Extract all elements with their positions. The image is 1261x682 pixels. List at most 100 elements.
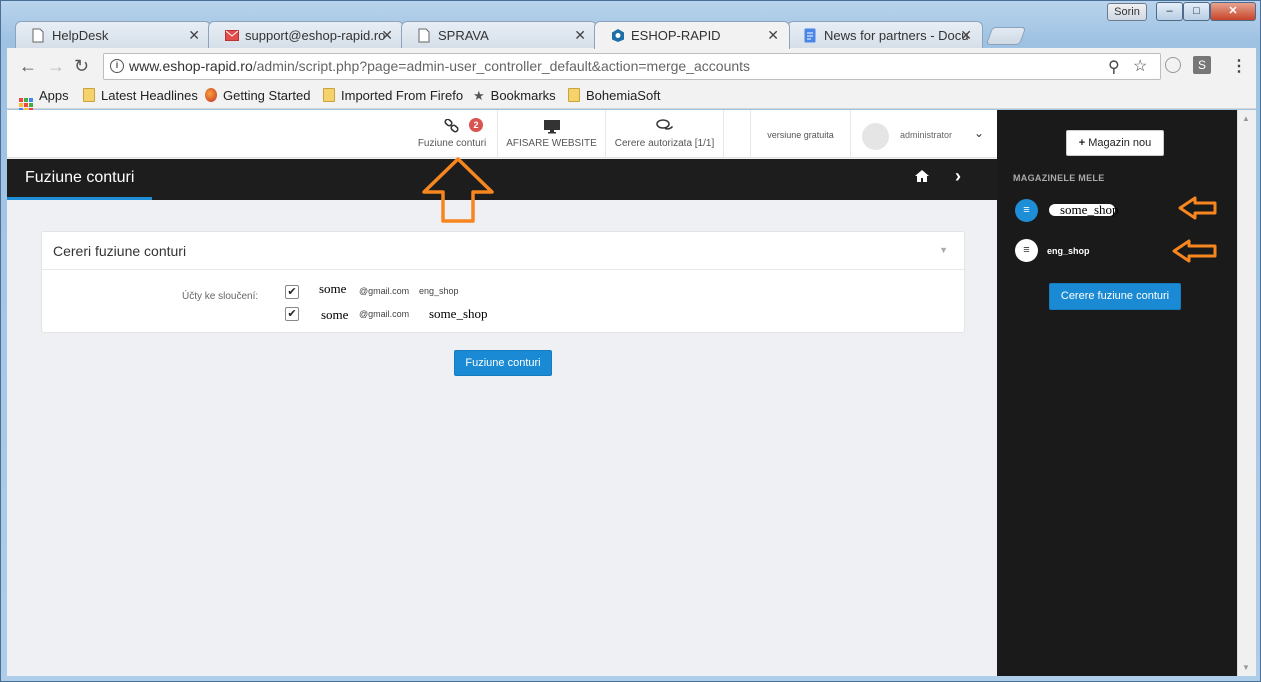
close-icon[interactable]: ✕ — [960, 27, 972, 44]
bookmark-label: Bookmarks — [490, 88, 556, 103]
new-shop-button[interactable]: + Magazin nou — [1066, 130, 1164, 156]
firefox-icon — [205, 88, 217, 102]
shop-list-icon[interactable]: ≡ — [1015, 199, 1038, 222]
tab-label: support@eshop-rapid.ro — [245, 28, 386, 43]
merge-accounts-label: Fuziune conturi — [417, 138, 487, 149]
forward-icon[interactable]: → — [47, 56, 65, 77]
bookmark-getting-started[interactable]: Getting Started — [205, 88, 310, 103]
account-checkbox[interactable]: ✔ — [285, 285, 299, 299]
home-icon[interactable] — [914, 169, 930, 187]
extension-icon[interactable] — [1165, 57, 1181, 73]
hexagon-icon — [612, 29, 624, 42]
account-name: some — [321, 307, 349, 322]
address-bar[interactable]: i www.eshop-rapid.ro/admin/script.php?pa… — [103, 53, 1161, 80]
scroll-up-icon[interactable]: ▲ — [1242, 114, 1250, 123]
close-icon[interactable]: ✕ — [574, 27, 586, 44]
new-shop-label: Magazin nou — [1088, 137, 1152, 149]
version-label: versiune gratuita — [767, 130, 834, 140]
annotation-up-arrow — [422, 157, 494, 223]
chat-icon — [606, 119, 723, 137]
account-checkbox[interactable]: ✔ — [285, 307, 299, 321]
browser-toolbar: ← → ↻ i www.eshop-rapid.ro/admin/script.… — [7, 48, 1256, 84]
shop-name[interactable]: some_shop — [1060, 202, 1119, 218]
account-shop: some_shop — [429, 306, 488, 321]
bookmark-apps[interactable]: Apps — [19, 88, 69, 112]
page-scrollbar[interactable]: ▲ ▼ — [1237, 110, 1256, 676]
scroll-down-icon[interactable]: ▼ — [1242, 663, 1250, 672]
bookmark-label: BohemiaSoft — [586, 88, 661, 103]
profile-button[interactable]: Sorin — [1107, 3, 1147, 21]
merge-requests-panel: Cereri fuziune conturi ▼ Účty ke sloučen… — [41, 231, 965, 333]
tab-sprava[interactable]: SPRAVA ✕ — [401, 21, 597, 48]
panel-title: Cereri fuziune conturi — [42, 232, 964, 270]
close-icon[interactable]: ✕ — [381, 27, 393, 44]
plus-icon: + — [1078, 137, 1086, 149]
bookmark-imported-firefox[interactable]: Imported From Firefo — [323, 88, 463, 103]
tab-label: HelpDesk — [52, 28, 109, 43]
bookmark-label: Latest Headlines — [101, 88, 198, 103]
minimize-button[interactable]: – — [1156, 2, 1183, 21]
page-viewport: Fuziune conturi 2 AFISARE WEBSITE Cerere… — [7, 110, 1256, 676]
close-window-button[interactable]: ✕ — [1210, 2, 1256, 21]
shop-name[interactable]: eng_shop — [1047, 246, 1090, 256]
tab-strip: HelpDesk ✕ support@eshop-rapid.ro ✕ SPRA… — [15, 21, 1035, 49]
merge-request-button[interactable]: Cerere fuziune conturi — [1049, 283, 1181, 310]
folder-icon — [323, 88, 335, 102]
topbar-divider — [723, 110, 750, 158]
view-website-link[interactable]: AFISARE WEBSITE — [497, 110, 605, 158]
version-link[interactable]: versiune gratuita — [750, 110, 850, 158]
close-icon[interactable]: ✕ — [188, 27, 200, 44]
docs-icon — [804, 28, 816, 43]
page-titlebar: Fuziune conturi › — [7, 159, 997, 200]
bookmark-label: Getting Started — [223, 88, 311, 103]
avatar[interactable] — [862, 123, 889, 150]
tab-label: News for partners - Docu — [824, 28, 969, 43]
extension-s-icon[interactable]: S — [1193, 56, 1211, 74]
close-icon[interactable]: ✕ — [767, 27, 779, 44]
account-name: some — [319, 281, 347, 296]
url-host: www.eshop-rapid.ro — [129, 58, 253, 74]
bookmark-latest-headlines[interactable]: Latest Headlines — [83, 88, 198, 103]
browser-window: Sorin – □ ✕ HelpDesk ✕ support@eshop-rap… — [0, 0, 1261, 682]
annotation-left-arrow — [1172, 239, 1217, 263]
merge-accounts-button[interactable]: Fuziune conturi — [454, 350, 552, 376]
account-shop: eng_shop — [419, 286, 459, 296]
view-website-label: AFISARE WEBSITE — [506, 138, 597, 149]
bookmark-bohemiasoft[interactable]: BohemiaSoft — [568, 88, 660, 103]
shops-sidebar: + Magazin nou MAGAZINELE MELE ≡ some_sho… — [997, 110, 1237, 676]
shop-list-icon[interactable]: ≡ — [1015, 239, 1038, 262]
bookmark-label: Imported From Firefo — [341, 88, 464, 103]
zoom-icon[interactable]: ⚲ — [1108, 57, 1120, 77]
bookmark-bookmarks[interactable]: ★ Bookmarks — [473, 88, 556, 104]
tab-news-partners[interactable]: News for partners - Docu ✕ — [787, 21, 983, 48]
new-tab-button[interactable] — [985, 27, 1027, 45]
merge-accounts-link[interactable]: Fuziune conturi — [407, 110, 497, 158]
tab-helpdesk[interactable]: HelpDesk ✕ — [15, 21, 211, 48]
page-icon — [32, 28, 44, 43]
tab-eshop-rapid[interactable]: ESHOP-RAPID ✕ — [594, 21, 790, 49]
menu-icon[interactable]: ⋮ — [1231, 56, 1247, 76]
tab-label: SPRAVA — [438, 28, 489, 43]
folder-icon — [568, 88, 580, 102]
user-name: administrator — [900, 130, 953, 140]
back-icon[interactable]: ← — [19, 56, 37, 77]
auth-requests-label: Cerere autorizata [1/1] — [614, 138, 715, 149]
annotation-left-arrow — [1178, 196, 1217, 220]
maximize-button[interactable]: □ — [1183, 2, 1210, 21]
mail-icon — [225, 30, 239, 41]
info-icon[interactable]: i — [110, 59, 124, 73]
chevron-right-icon[interactable]: › — [955, 166, 961, 187]
bookmark-label: Apps — [39, 88, 69, 103]
tab-support-mail[interactable]: support@eshop-rapid.ro ✕ — [208, 21, 404, 48]
reload-icon[interactable]: ↻ — [74, 56, 89, 77]
my-shops-title: MAGAZINELE MELE — [1013, 173, 1105, 183]
collapse-icon[interactable]: ▼ — [939, 245, 948, 255]
star-icon[interactable]: ☆ — [1133, 56, 1147, 76]
account-email: @gmail.com — [359, 286, 410, 296]
bookmarks-bar: Apps Latest Headlines Getting Started Im… — [7, 84, 1256, 112]
chevron-down-icon[interactable]: ⌄ — [974, 126, 984, 140]
auth-requests-link[interactable]: Cerere autorizata [1/1] — [605, 110, 723, 158]
title-underline — [7, 197, 152, 200]
account-email: @gmail.com — [359, 309, 410, 319]
url-path: /admin/script.php?page=admin-user_contro… — [252, 58, 751, 74]
